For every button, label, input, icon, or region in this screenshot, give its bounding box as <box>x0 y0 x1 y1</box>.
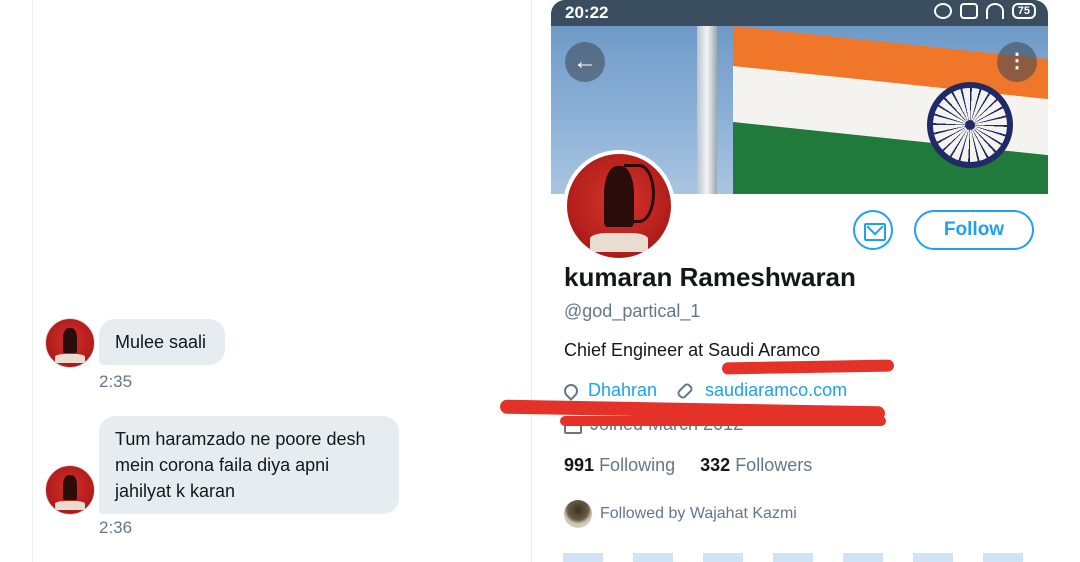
followed-by[interactable]: Followed by Wajahat Kazmi <box>564 500 797 528</box>
tabs-hint <box>563 553 1043 562</box>
back-arrow-icon[interactable]: ← <box>565 42 605 82</box>
follow-button[interactable]: Follow <box>914 210 1034 250</box>
profile-bio: Chief Engineer at Saudi Aramco <box>564 340 821 360</box>
dm-panel: Mulee saali 2:35 Tum haramzado ne poore … <box>32 0 532 562</box>
message-time: 2:35 <box>99 372 133 391</box>
wifi-icon <box>985 3 1004 19</box>
followers-label: Followers <box>735 455 813 475</box>
chakra-emblem <box>927 82 1013 168</box>
profile-handle: @god_partical_1 <box>564 301 701 321</box>
follower-avatar <box>564 500 592 528</box>
profile-website-link[interactable]: saudiaramco.com <box>705 380 847 401</box>
profile-name: kumaran Rameshwaran <box>564 262 856 292</box>
sender-avatar[interactable] <box>45 318 95 368</box>
more-icon[interactable]: ⋮ <box>997 42 1037 82</box>
profile-meta: Dhahran saudiaramco.com <box>561 380 847 401</box>
sender-avatar[interactable] <box>45 465 95 515</box>
followed-by-text: Followed by Wajahat Kazmi <box>600 505 797 522</box>
location-icon <box>561 380 581 401</box>
following-count: 991 <box>564 455 595 475</box>
alarm-icon <box>933 3 952 19</box>
status-time: 20:22 <box>565 3 609 22</box>
message-bubble[interactable]: Mulee saali <box>99 319 225 365</box>
profile-location: Dhahran <box>588 380 658 400</box>
profile-avatar[interactable] <box>563 150 675 262</box>
battery-icon: 75 <box>1011 3 1036 19</box>
profile-panel: 20:22 75 ← ⋮ Follow kumaran Rameshwaran … <box>551 0 1048 562</box>
message-bubble[interactable]: Tum haramzado ne poore desh mein corona … <box>99 416 399 514</box>
message-button[interactable] <box>853 210 893 250</box>
status-bar: 20:22 75 <box>551 0 1048 26</box>
message-time: 2:36 <box>99 518 133 537</box>
following-label: Following <box>599 455 676 475</box>
profile-stats: 991 Following 332 Followers <box>564 455 812 476</box>
sim-icon <box>959 3 978 19</box>
following-link[interactable]: 991 Following <box>564 455 675 475</box>
link-icon <box>675 381 695 400</box>
red-underline <box>560 416 886 426</box>
followers-count: 332 <box>700 455 731 475</box>
mail-icon <box>864 223 886 241</box>
followers-link[interactable]: 332 Followers <box>700 455 812 475</box>
